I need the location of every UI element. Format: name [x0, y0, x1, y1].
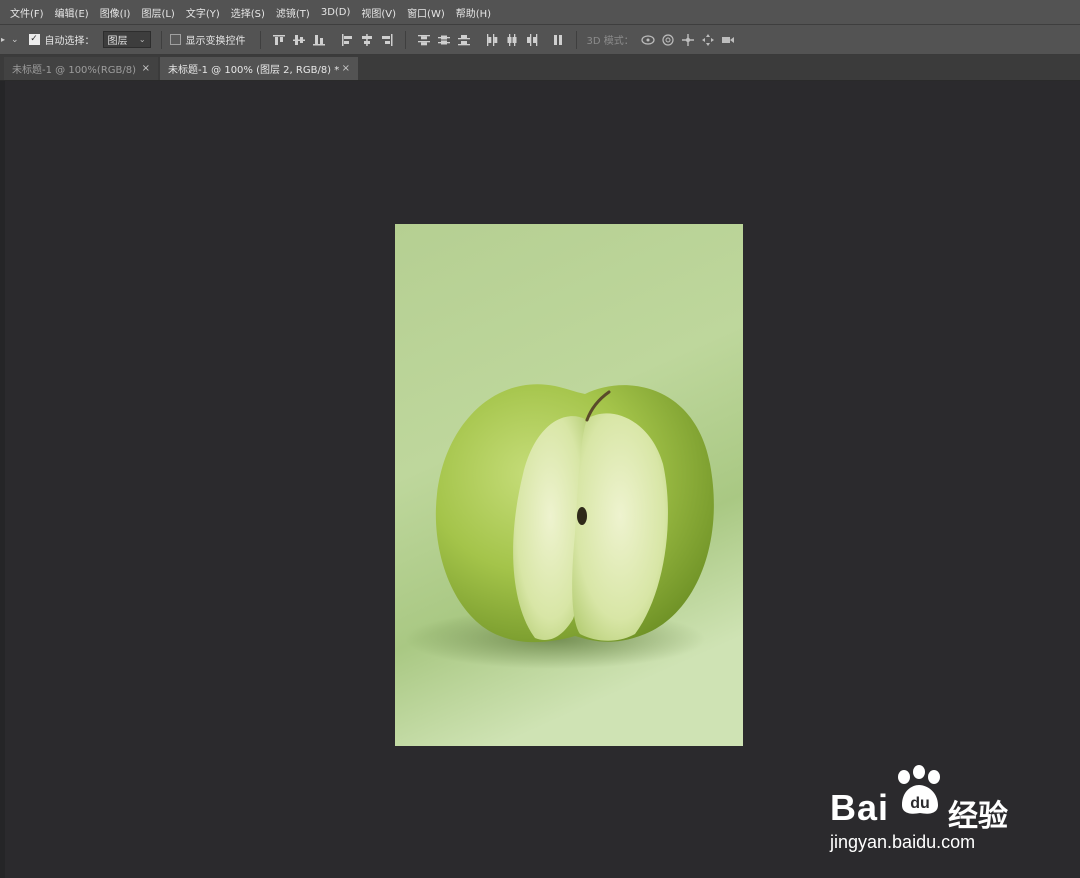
3d-pan-icon[interactable]: [680, 33, 696, 47]
menu-type[interactable]: 文字(Y): [180, 5, 225, 20]
tab-document-2[interactable]: 未标题-1 @ 100% (图层 2, RGB/8) * ×: [160, 57, 358, 80]
align-right-edges-icon[interactable]: [379, 33, 395, 47]
svg-text:du: du: [910, 795, 930, 812]
3d-scale-camera-icon[interactable]: [720, 33, 736, 47]
3d-slide-icon[interactable]: [700, 33, 716, 47]
distribute-vertical-centers-icon[interactable]: [436, 33, 452, 47]
watermark-cn: 经验: [948, 799, 1008, 834]
auto-select-checkbox[interactable]: ✓: [28, 34, 40, 45]
menu-file[interactable]: 文件(F): [0, 5, 49, 20]
document-tab-bar: 未标题-1 @ 100%(RGB/8) × 未标题-1 @ 100% (图层 2…: [0, 55, 1080, 81]
align-horizontal-centers-icon[interactable]: [359, 33, 375, 47]
divider: [160, 30, 162, 49]
menu-image[interactable]: 图像(I): [94, 5, 136, 20]
show-transform-checkbox[interactable]: [169, 34, 181, 45]
distribute-right-icon[interactable]: [524, 33, 540, 47]
document-canvas[interactable]: [395, 224, 743, 746]
tab-label: 未标题-1 @ 100% (图层 2, RGB/8) *: [168, 65, 340, 76]
align-bottom-edges-icon[interactable]: [311, 33, 327, 47]
align-vertical-centers-icon[interactable]: [291, 33, 307, 47]
menu-bar: 文件(F) 编辑(E) 图像(I) 图层(L) 文字(Y) 选择(S) 滤镜(T…: [0, 0, 1080, 25]
show-transform-label: 显示变换控件: [185, 36, 246, 47]
tab-document-1[interactable]: 未标题-1 @ 100%(RGB/8) ×: [4, 57, 158, 80]
paw-logo-icon: du: [898, 765, 940, 814]
distribute-bottom-icon[interactable]: [456, 33, 472, 47]
menu-view[interactable]: 视图(V): [356, 5, 402, 20]
divider: [575, 30, 577, 49]
tab-label: 未标题-1 @ 100%(RGB/8): [12, 65, 137, 76]
distribute-left-icon[interactable]: [484, 33, 500, 47]
3d-orbit-icon[interactable]: [640, 33, 656, 47]
3d-mode-label: 3D 模式：: [586, 36, 634, 47]
options-bar: ▸ ⌄ ✓ 自动选择： 图层 ⌄ 显示变换控件 3D 模式：: [0, 25, 1080, 55]
auto-select-target-value: 图层: [107, 36, 128, 47]
left-toolbar-edge: [0, 81, 5, 878]
distribute-top-icon[interactable]: [416, 33, 432, 47]
baidu-jingyan-watermark: du Bai 经验 jingyan.baidu.com: [830, 765, 1030, 855]
auto-select-target-dropdown[interactable]: 图层 ⌄: [102, 31, 151, 48]
auto-select-label: 自动选择：: [44, 36, 95, 47]
distribute-horizontal-centers-icon[interactable]: [504, 33, 520, 47]
watermark-brand: Bai: [830, 787, 890, 828]
menu-edit[interactable]: 编辑(E): [49, 5, 94, 20]
menu-layer[interactable]: 图层(L): [136, 5, 180, 20]
menu-filter[interactable]: 滤镜(T): [270, 5, 315, 20]
close-icon[interactable]: ×: [142, 63, 150, 74]
align-top-edges-icon[interactable]: [271, 33, 287, 47]
watermark-url: jingyan.baidu.com: [830, 832, 976, 852]
3d-roll-icon[interactable]: [660, 33, 676, 47]
menu-3d[interactable]: 3D(D): [315, 7, 356, 18]
menu-window[interactable]: 窗口(W): [402, 5, 451, 20]
close-icon[interactable]: ×: [342, 63, 350, 74]
divider: [259, 30, 261, 49]
chevron-down-icon: ⌄: [138, 35, 146, 44]
auto-align-layers-icon[interactable]: [550, 33, 566, 47]
align-left-edges-icon[interactable]: [339, 33, 355, 47]
tool-preset-chevron-icon[interactable]: ▸: [1, 35, 9, 44]
divider: [404, 30, 406, 49]
menu-select[interactable]: 选择(S): [225, 5, 270, 20]
menu-help[interactable]: 帮助(H): [450, 5, 496, 20]
apple-photo: [395, 224, 743, 746]
tool-preset-dropdown-icon[interactable]: ⌄: [11, 35, 19, 45]
